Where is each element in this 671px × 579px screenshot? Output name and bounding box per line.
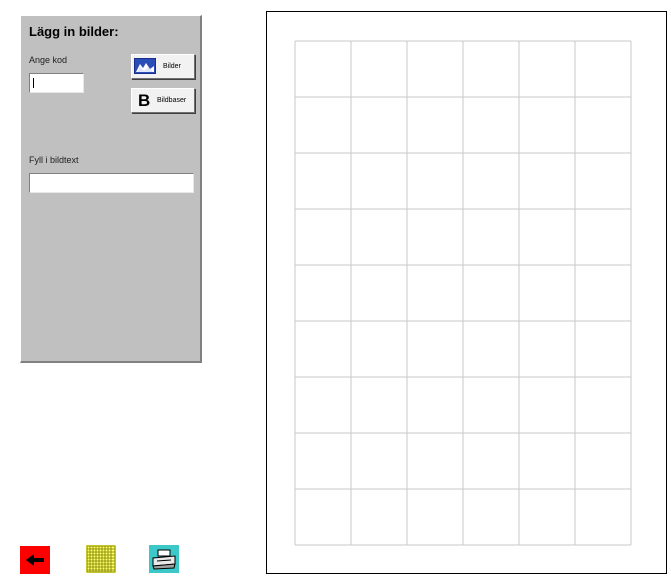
image-insert-panel: Lägg in bilder: Ange kod Bilder B Bildba… <box>20 15 202 363</box>
grid-icon <box>86 545 116 573</box>
images-button-label: Bilder <box>163 63 181 70</box>
caption-field[interactable] <box>29 173 194 193</box>
grid-layout-button[interactable] <box>86 545 116 573</box>
photo-icon <box>134 58 156 74</box>
code-field[interactable] <box>29 73 84 93</box>
panel-title: Lägg in bilder: <box>29 24 119 39</box>
text-caret <box>33 78 34 88</box>
code-label: Ange kod <box>29 55 68 65</box>
bank-letter-icon: B <box>138 91 151 110</box>
printer-icon <box>152 549 176 570</box>
image-banks-button-label: Bildbaser <box>157 97 187 104</box>
print-button[interactable] <box>149 545 179 573</box>
caption-label: Fyll i bildtext <box>29 155 79 165</box>
arrow-left-icon <box>26 554 44 566</box>
image-banks-button[interactable]: B Bildbaser <box>131 88 195 113</box>
images-button[interactable]: Bilder <box>131 54 195 79</box>
back-button[interactable] <box>20 546 50 574</box>
image-grid <box>294 40 632 546</box>
page-preview[interactable] <box>266 11 667 574</box>
